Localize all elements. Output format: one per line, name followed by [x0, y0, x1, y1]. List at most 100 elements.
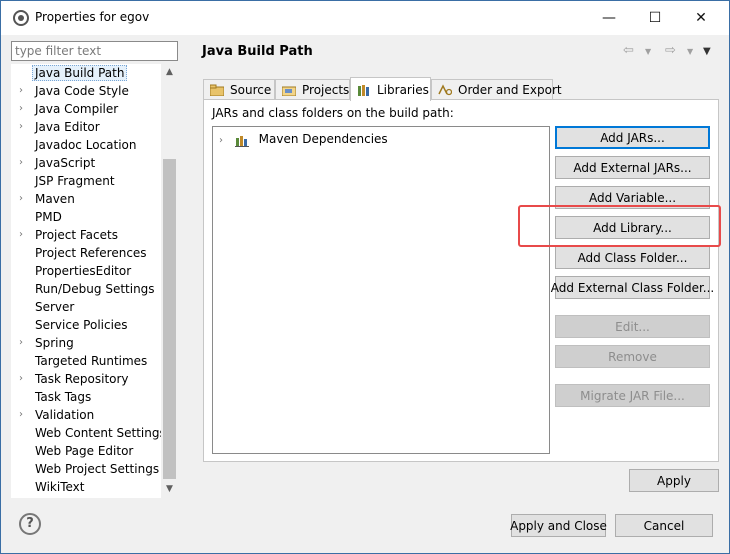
tree-item[interactable]: PMD	[11, 208, 161, 226]
expand-arrow-icon[interactable]: ›	[19, 154, 29, 172]
back-arrow-icon[interactable]: ⇦	[623, 43, 634, 58]
tree-item[interactable]: › Task Repository	[11, 370, 161, 388]
add-jars-button[interactable]: Add JARs...	[555, 126, 710, 149]
back-menu-icon[interactable]: ▼	[645, 47, 651, 56]
tree-item-label: JSP Fragment	[35, 174, 115, 188]
remove-button[interactable]: Remove	[555, 345, 710, 368]
tree-item[interactable]: Server	[11, 298, 161, 316]
edit-button[interactable]: Edit...	[555, 315, 710, 338]
tree-item[interactable]: › Java Code Style	[11, 82, 161, 100]
forward-menu-icon[interactable]: ▼	[687, 47, 693, 56]
tree-item-label: Project Facets	[35, 228, 118, 242]
tab-source-label: Source	[230, 83, 272, 97]
add-external-jars-button[interactable]: Add External JARs...	[555, 156, 710, 179]
scroll-down-icon[interactable]: ▼	[161, 481, 178, 498]
expand-arrow-icon[interactable]: ›	[19, 82, 29, 100]
tab-order-and-export-label: Order and Export	[458, 83, 562, 97]
page-navigation: ⇦ ▼ ⇨ ▼ ▼	[623, 43, 718, 61]
tree-item[interactable]: Web Page Editor	[11, 442, 161, 460]
library-entry-maven-dependencies[interactable]: › Maven Dependencies	[219, 130, 388, 148]
tree-item[interactable]: › Java Compiler	[11, 100, 161, 118]
title-bar: Properties for egov — ☐ ✕	[1, 1, 729, 35]
tree-item-label: Java Compiler	[35, 102, 119, 116]
expand-arrow-icon[interactable]: ›	[19, 226, 29, 244]
tree-item[interactable]: Service Policies	[11, 316, 161, 334]
cancel-button[interactable]: Cancel	[615, 514, 713, 537]
tree-item[interactable]: › Maven	[11, 190, 161, 208]
add-library-button[interactable]: Add Library...	[555, 216, 710, 239]
apply-button[interactable]: Apply	[629, 469, 719, 492]
tree-item[interactable]: Task Tags	[11, 388, 161, 406]
tab-projects[interactable]: Projects	[275, 79, 350, 100]
tree-item[interactable]: WikiText	[11, 478, 161, 496]
tree-item-label: Java Build Path	[32, 65, 128, 81]
expand-arrow-icon[interactable]: ›	[19, 118, 29, 136]
tab-libraries-label: Libraries	[377, 82, 429, 97]
tree-item[interactable]: › Java Editor	[11, 118, 161, 136]
build-path-caption: JARs and class folders on the build path…	[212, 106, 454, 120]
tree-item[interactable]: Run/Debug Settings	[11, 280, 161, 298]
tree-item[interactable]: Targeted Runtimes	[11, 352, 161, 370]
tree-item-label: PropertiesEditor	[35, 264, 132, 278]
tree-item[interactable]: JSP Fragment	[11, 172, 161, 190]
tab-libraries[interactable]: Libraries	[350, 77, 431, 101]
tab-source[interactable]: Source	[203, 79, 275, 100]
order-export-icon	[438, 84, 453, 96]
add-external-class-folder-button[interactable]: Add External Class Folder...	[551, 276, 714, 299]
tree-item-label: Targeted Runtimes	[35, 354, 148, 368]
tree-item-label: Project References	[35, 246, 147, 260]
tree-item[interactable]: Project References	[11, 244, 161, 262]
maximize-button[interactable]: ☐	[632, 1, 678, 35]
expand-arrow-icon[interactable]: ›	[219, 132, 231, 150]
tree-item-label: WikiText	[35, 480, 85, 494]
library-icon	[234, 134, 251, 147]
tree-item-label: Validation	[35, 408, 95, 422]
tree-item[interactable]: › Validation	[11, 406, 161, 424]
add-variable-button[interactable]: Add Variable...	[555, 186, 710, 209]
scrollbar-thumb[interactable]	[163, 159, 176, 479]
minimize-button[interactable]: —	[586, 1, 632, 35]
expand-arrow-icon[interactable]: ›	[19, 370, 29, 388]
library-entry-label: Maven Dependencies	[258, 132, 388, 146]
help-icon[interactable]: ?	[19, 513, 41, 535]
libraries-icon	[357, 84, 371, 96]
tree-list: Java Build Path › Java Code Style › Java Com…	[11, 64, 166, 496]
filter-input[interactable]	[11, 41, 178, 61]
expand-arrow-icon[interactable]: ›	[19, 190, 29, 208]
tab-projects-label: Projects	[302, 83, 350, 97]
tree-item[interactable]: Web Project Settings	[11, 460, 161, 478]
tree-item-label: Web Page Editor	[35, 444, 134, 458]
migrate-jar-button[interactable]: Migrate JAR File...	[555, 384, 710, 407]
window-title: Properties for egov	[35, 10, 150, 24]
property-page-tree: Java Build Path › Java Code Style › Java Com…	[11, 64, 178, 498]
tree-item[interactable]: Java Build Path	[11, 64, 161, 82]
scroll-up-icon[interactable]: ▲	[161, 64, 178, 81]
tree-item[interactable]: Web Content Settings	[11, 424, 166, 442]
expand-arrow-icon[interactable]: ›	[19, 406, 29, 424]
tree-scrollbar[interactable]: ▲ ▼	[161, 64, 178, 498]
page-title: Java Build Path	[202, 44, 313, 59]
tab-order-and-export[interactable]: Order and Export	[431, 79, 562, 100]
add-class-folder-button[interactable]: Add Class Folder...	[555, 246, 710, 269]
tree-item[interactable]: › JavaScript	[11, 154, 161, 172]
tree-item[interactable]: › Project Facets	[11, 226, 161, 244]
expand-arrow-icon[interactable]: ›	[19, 100, 29, 118]
tree-item[interactable]: PropertiesEditor	[11, 262, 161, 280]
tree-item-label: Service Policies	[35, 318, 128, 332]
tree-item-label: JavaScript	[35, 156, 96, 170]
tree-item[interactable]: Javadoc Location	[11, 136, 161, 154]
apply-and-close-button[interactable]: Apply and Close	[510, 514, 607, 537]
forward-arrow-icon[interactable]: ⇨	[665, 43, 676, 58]
view-menu-icon[interactable]: ▼	[703, 46, 711, 57]
library-tree[interactable]: › Maven Dependencies	[212, 126, 550, 454]
tree-item-label: Web Project Settings	[35, 462, 160, 476]
tree-item-label: Web Content Settings	[35, 426, 166, 440]
tree-item[interactable]: › Spring	[11, 334, 161, 352]
close-button[interactable]: ✕	[678, 1, 724, 35]
tree-item-label: Maven	[35, 192, 75, 206]
tree-item-label: Server	[35, 300, 75, 314]
expand-arrow-icon[interactable]: ›	[19, 334, 29, 352]
tree-item-label: Spring	[35, 336, 74, 350]
tree-item-label: Javadoc Location	[35, 138, 137, 152]
source-folder-icon	[209, 84, 225, 97]
